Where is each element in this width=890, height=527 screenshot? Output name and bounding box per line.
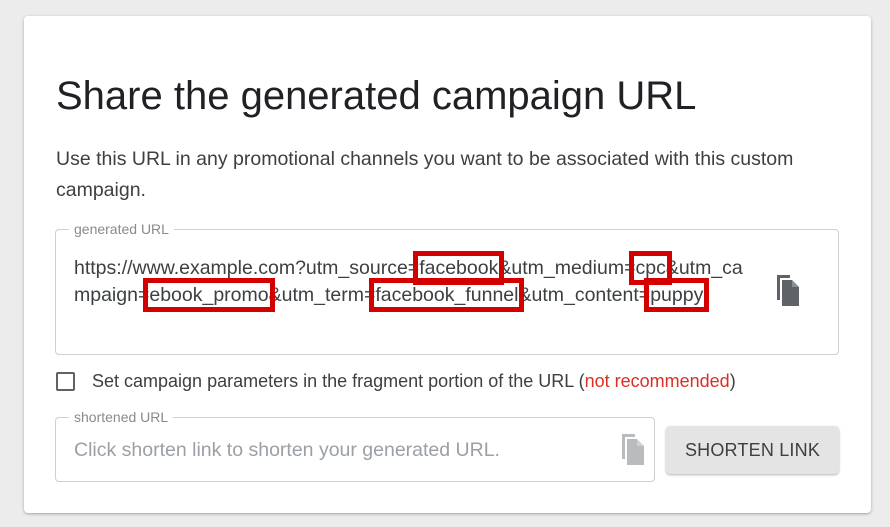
utm-content-key: &utm_content= <box>518 283 651 306</box>
utm-campaign-value: ebook_promo <box>143 277 275 312</box>
fragment-option-label[interactable]: Set campaign parameters in the fragment … <box>92 371 736 392</box>
campaign-url-card: Share the generated campaign URL Use thi… <box>24 16 871 513</box>
shortened-url-field[interactable]: shortened URL Click shorten link to shor… <box>55 409 655 482</box>
fragment-label-text: Set campaign parameters in the fragment … <box>92 370 585 391</box>
shorten-link-button[interactable]: SHORTEN LINK <box>666 426 839 474</box>
not-recommended-text: not recommended <box>584 370 730 391</box>
url-base: https://www.example.com?utm_source= <box>74 257 420 279</box>
utm-medium-key: &utm_medium= <box>498 257 636 279</box>
copy-icon[interactable] <box>619 433 647 467</box>
generated-url-text[interactable]: https://www.example.com?utm_source=faceb… <box>74 251 754 312</box>
utm-medium-value: cpc <box>629 251 672 285</box>
copy-icon[interactable] <box>774 274 802 308</box>
fragment-option-row: Set campaign parameters in the fragment … <box>56 370 736 392</box>
utm-term-key: &utm_term= <box>268 283 376 306</box>
fragment-label-close: ) <box>729 370 736 391</box>
description: Use this URL in any promotional channels… <box>56 148 794 201</box>
utm-content-value: puppy <box>644 277 710 312</box>
utm-source-value: facebook <box>413 251 505 285</box>
shortened-url-legend: shortened URL <box>69 409 174 425</box>
page-title: Share the generated campaign URL <box>56 74 697 118</box>
generated-url-field[interactable]: generated URL https://www.example.com?ut… <box>55 221 839 355</box>
generated-url-legend: generated URL <box>69 221 174 237</box>
utm-term-value: facebook_funnel <box>369 277 525 312</box>
shortened-url-placeholder[interactable]: Click shorten link to shorten your gener… <box>74 435 500 465</box>
fragment-checkbox[interactable] <box>56 371 75 391</box>
